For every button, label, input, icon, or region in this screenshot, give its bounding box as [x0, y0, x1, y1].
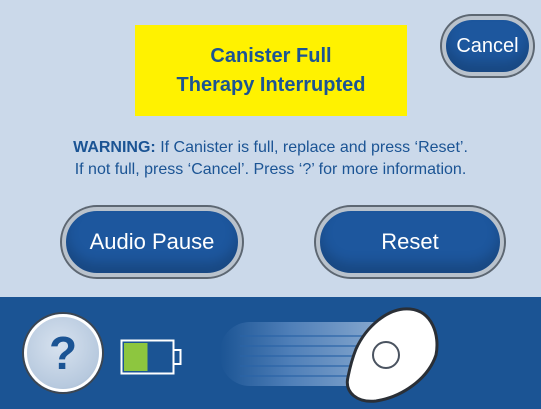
reset-button[interactable]: Reset	[316, 207, 504, 277]
battery-terminal	[172, 349, 182, 365]
alert-banner: Canister Full Therapy Interrupted	[135, 25, 407, 116]
warning-message: WARNING: If Canister is full, replace an…	[0, 137, 541, 181]
slide-lock-icon[interactable]	[340, 305, 442, 405]
audio-pause-button[interactable]: Audio Pause	[62, 207, 242, 277]
help-button[interactable]: ?	[24, 314, 102, 392]
cancel-button[interactable]: Cancel	[442, 16, 533, 76]
warning-line-1: WARNING: If Canister is full, replace an…	[0, 137, 541, 159]
battery-level-fill	[124, 343, 148, 371]
alert-subtitle: Therapy Interrupted	[176, 73, 366, 96]
warning-text-1: If Canister is full, replace and press ‘…	[155, 139, 468, 156]
slider-handle-shape	[345, 307, 439, 403]
warning-line-2: If not full, press ‘Cancel’. Press ‘?’ f…	[74, 161, 467, 178]
battery-icon	[120, 339, 182, 375]
alert-title: Canister Full	[210, 44, 332, 67]
help-icon: ?	[48, 327, 78, 379]
warning-label: WARNING:	[73, 139, 156, 156]
therapy-alert-screen: Canister Full Therapy Interrupted Cancel…	[0, 0, 541, 409]
